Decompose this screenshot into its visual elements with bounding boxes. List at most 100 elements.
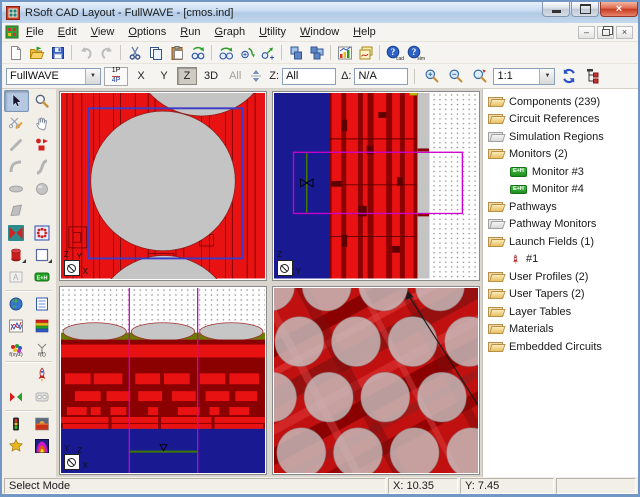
symbol-table-button[interactable]: [30, 293, 55, 315]
mdi-minimize-button[interactable]: –: [578, 26, 595, 39]
view-x-button[interactable]: X: [131, 67, 151, 85]
cylinder-tool-button[interactable]: [4, 244, 29, 266]
boolean-tool-button[interactable]: [4, 386, 29, 408]
tree-item-monitors[interactable]: Monitors (2): [488, 146, 638, 164]
edit-tool-button[interactable]: [4, 112, 29, 134]
copy-button[interactable]: [145, 43, 166, 62]
menu-options[interactable]: Options: [121, 25, 173, 39]
menu-graph[interactable]: Graph: [208, 25, 253, 39]
best-practices-button[interactable]: [4, 435, 29, 457]
mode-solver-button[interactable]: [30, 435, 55, 457]
view-z-button[interactable]: Z: [177, 67, 197, 85]
tree-item-pathways[interactable]: Pathways: [488, 198, 638, 216]
viewport-top-left[interactable]: Z Y X: [59, 91, 267, 281]
tree-item-embedded-circuits[interactable]: Embedded Circuits: [488, 338, 638, 356]
menu-file[interactable]: File: [19, 25, 51, 39]
zoom-restore-button[interactable]: [469, 67, 490, 86]
slice-step-buttons[interactable]: [248, 67, 264, 86]
zoom-ratio-select[interactable]: 1:1 ▼: [493, 68, 555, 85]
tree-item-circuit-references[interactable]: Circuit References: [488, 111, 638, 129]
paste-button[interactable]: [166, 43, 187, 62]
taper-tool-button[interactable]: [4, 222, 29, 244]
sbend-tool-button[interactable]: [30, 156, 55, 178]
tree-item-monitor-3[interactable]: E+HMonitor #3: [488, 163, 638, 181]
rectangle-tool-button[interactable]: [30, 244, 55, 266]
refresh-button[interactable]: [558, 67, 579, 86]
monitor-tool-button[interactable]: E+H: [30, 266, 55, 288]
tree-item-pathway-monitors[interactable]: Pathway Monitors: [488, 216, 638, 234]
text-tool-button[interactable]: A: [4, 266, 29, 288]
tree-item-user-profiles[interactable]: User Profiles (2): [488, 268, 638, 286]
global-settings-button[interactable]: [4, 293, 29, 315]
undo-button[interactable]: [75, 43, 96, 62]
polygon-tool-button[interactable]: [4, 200, 29, 222]
z-slice-input[interactable]: [282, 68, 336, 85]
segment-tool-button[interactable]: [4, 134, 29, 156]
animation-tool-button[interactable]: [30, 386, 55, 408]
plot-index-button[interactable]: [4, 315, 29, 337]
tree-item-simulation-regions[interactable]: Simulation Regions: [488, 128, 638, 146]
save-button[interactable]: [47, 43, 68, 62]
send-back-button[interactable]: [306, 43, 327, 62]
field-display-button[interactable]: [30, 413, 55, 435]
view-all-button[interactable]: All: [225, 67, 245, 85]
maximize-button[interactable]: [571, 2, 599, 17]
3d-perspective-scene[interactable]: [274, 288, 478, 474]
sphere-tool-button[interactable]: [30, 178, 55, 200]
chevron-down-icon[interactable]: ▼: [539, 69, 554, 84]
chevron-down-icon[interactable]: ▼: [85, 69, 100, 84]
simulation-tool-select[interactable]: FullWAVE ▼: [6, 68, 101, 85]
tree-item-launch-fields[interactable]: Launch Fields (1): [488, 233, 638, 251]
select-tool-button[interactable]: [4, 90, 29, 112]
graph-gallery-button[interactable]: [355, 43, 376, 62]
tree-item-launch-1[interactable]: #1: [488, 251, 638, 269]
tree-view-toggle-button[interactable]: [582, 67, 603, 86]
help-cad-button[interactable]: ?cad: [383, 43, 404, 62]
mdi-close-button[interactable]: ×: [616, 26, 633, 39]
zoom-in-button[interactable]: [421, 67, 442, 86]
menu-edit[interactable]: Edit: [51, 25, 84, 39]
yz-cross-section-scene[interactable]: [274, 93, 478, 279]
layer-table-button[interactable]: [30, 315, 55, 337]
rotate-selection-button[interactable]: [236, 43, 257, 62]
array-tool-button[interactable]: [30, 222, 55, 244]
tree-item-user-tapers[interactable]: User Tapers (2): [488, 286, 638, 304]
view-y-button[interactable]: Y: [154, 67, 174, 85]
menu-run[interactable]: Run: [173, 25, 207, 39]
scale-selection-button[interactable]: [257, 43, 278, 62]
redo-button[interactable]: [96, 43, 117, 62]
new-file-button[interactable]: [5, 43, 26, 62]
launch-field-button[interactable]: [30, 364, 55, 386]
shapes-tool-button[interactable]: [30, 134, 55, 156]
close-button[interactable]: ×: [600, 2, 638, 17]
taper-editor-button[interactable]: f(ξ): [30, 337, 55, 359]
lens-tool-button[interactable]: [4, 178, 29, 200]
xz-cross-section-scene[interactable]: [61, 93, 265, 279]
minimize-button[interactable]: [542, 2, 570, 17]
data-browser-button[interactable]: [334, 43, 355, 62]
mdi-restore-button[interactable]: [597, 26, 614, 39]
menu-window[interactable]: Window: [293, 25, 346, 39]
tree-item-materials[interactable]: Materials: [488, 321, 638, 339]
menu-view[interactable]: View: [84, 25, 122, 39]
pan-tool-button[interactable]: [30, 112, 55, 134]
viewport-bottom-right[interactable]: [272, 286, 480, 476]
open-file-button[interactable]: [26, 43, 47, 62]
zoom-tool-button[interactable]: [30, 90, 55, 112]
simulation-control-button[interactable]: [4, 413, 29, 435]
viewport-bottom-left[interactable]: Y Z X: [59, 286, 267, 476]
tree-item-monitor-4[interactable]: E+HMonitor #4: [488, 181, 638, 199]
pane-layout-toggle-button[interactable]: 1P 4P: [104, 67, 128, 86]
cut-button[interactable]: [124, 43, 145, 62]
delta-input[interactable]: [354, 68, 408, 85]
xy-layer-scene[interactable]: [61, 288, 265, 474]
viewport-top-right[interactable]: Z Y: [272, 91, 480, 281]
bring-front-button[interactable]: [285, 43, 306, 62]
duplicate-button[interactable]: [187, 43, 208, 62]
view-3d-button[interactable]: 3D: [200, 67, 222, 85]
tree-item-components[interactable]: Components (239): [488, 93, 638, 111]
profile-editor-button[interactable]: f(xyz): [4, 337, 29, 359]
move-selection-button[interactable]: [215, 43, 236, 62]
menu-utility[interactable]: Utility: [252, 25, 293, 39]
help-sim-button[interactable]: ?sim: [404, 43, 425, 62]
